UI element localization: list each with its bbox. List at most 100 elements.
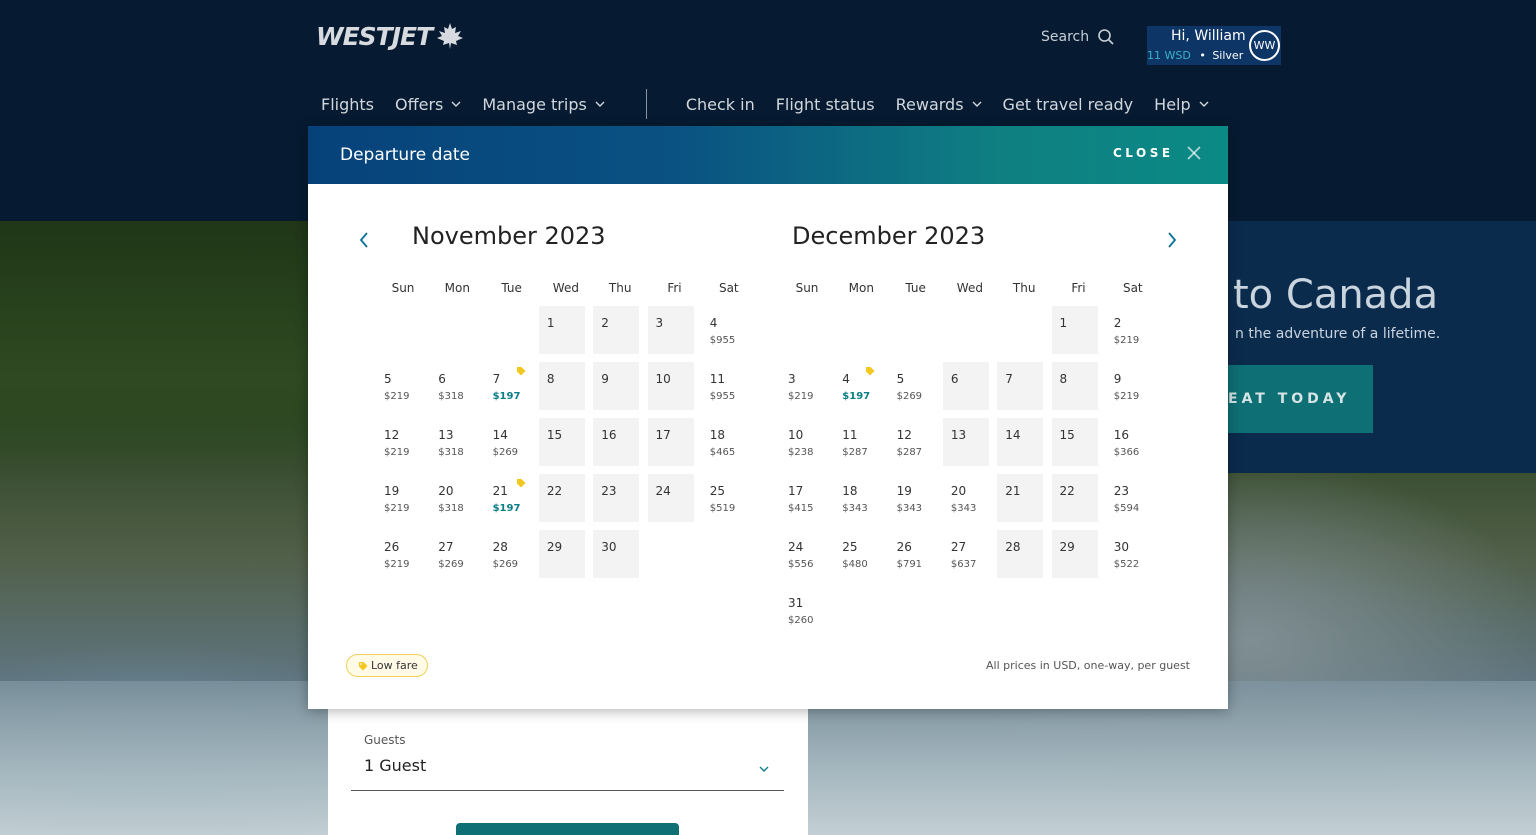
calendar-day[interactable]: 3 $219: [780, 362, 826, 410]
calendar-day[interactable]: 6: [942, 362, 989, 410]
calendar-day[interactable]: 9 $219: [1106, 362, 1152, 410]
calendar-day[interactable]: 19 $219: [376, 474, 422, 522]
calendar-day[interactable]: 3: [647, 306, 694, 354]
calendar-day[interactable]: 19 $343: [889, 474, 935, 522]
calendar-day[interactable]: 10: [647, 362, 694, 410]
nav-item-rewards[interactable]: Rewards: [896, 95, 982, 114]
day-price: $287: [842, 447, 868, 458]
calendar-day[interactable]: 17: [647, 418, 694, 466]
calendar-day[interactable]: 28: [997, 530, 1044, 578]
calendar-day[interactable]: 20 $343: [943, 474, 989, 522]
nav-item-help[interactable]: Help: [1154, 95, 1209, 114]
calendar-day[interactable]: 14: [997, 418, 1044, 466]
calendar-day[interactable]: 16 $366: [1106, 418, 1152, 466]
day-price: $556: [788, 559, 814, 570]
calendar-day[interactable]: 18 $343: [834, 474, 880, 522]
calendar-day[interactable]: 4 $197: [834, 362, 880, 410]
calendar-day[interactable]: 1: [538, 306, 585, 354]
calendar-day[interactable]: 11 $287: [834, 418, 880, 466]
weekday-label: Fri: [1071, 281, 1086, 295]
day-number: 15: [1059, 428, 1075, 442]
calendar-day[interactable]: 21 $197: [485, 474, 531, 522]
chevron-right-icon[interactable]: [1164, 230, 1180, 250]
calendar-day[interactable]: 27 $637: [943, 530, 989, 578]
calendar-day[interactable]: 2 $219: [1106, 306, 1152, 354]
day-price: $269: [492, 559, 519, 570]
promo-subtitle: n the adventure of a lifetime.: [1235, 326, 1441, 342]
calendar-day[interactable]: 10 $238: [780, 418, 826, 466]
calendar-day[interactable]: 22: [538, 474, 585, 522]
search-flights-button[interactable]: [456, 823, 679, 835]
price-footnote: All prices in USD, one-way, per guest: [986, 659, 1190, 672]
calendar-day[interactable]: 8: [1051, 362, 1098, 410]
avatar[interactable]: WW: [1249, 30, 1280, 61]
calendar-day[interactable]: 11 $955: [702, 362, 748, 410]
day-price: $219: [1113, 391, 1140, 402]
account-menu[interactable]: Hi, William 11 WSD • Silver WW: [1147, 26, 1281, 65]
calendar-day[interactable]: 17 $415: [780, 474, 826, 522]
calendar-day[interactable]: 7: [997, 362, 1044, 410]
weekday-label: Sun: [795, 281, 819, 295]
promo-cta-button[interactable]: EAT TODAY: [1228, 365, 1373, 433]
calendar-day[interactable]: 13 $318: [430, 418, 476, 466]
calendar-day[interactable]: 23: [593, 474, 640, 522]
chevron-left-icon[interactable]: [356, 230, 372, 250]
day-number: 22: [1059, 484, 1075, 498]
day-number: 13: [438, 428, 454, 442]
calendar-day[interactable]: 24 $556: [780, 530, 826, 578]
calendar-day[interactable]: 22: [1051, 474, 1098, 522]
calendar-day[interactable]: 2: [593, 306, 640, 354]
calendar-day[interactable]: 5 $269: [889, 362, 935, 410]
calendar-day[interactable]: 15: [538, 418, 585, 466]
calendar-day[interactable]: 30: [593, 530, 640, 578]
calendar-day[interactable]: 30 $522: [1106, 530, 1152, 578]
month-title: December 2023: [792, 222, 986, 250]
day-price: $219: [1113, 335, 1140, 346]
guests-select[interactable]: 1 Guest: [364, 756, 426, 775]
calendar-day[interactable]: 6 $318: [430, 362, 476, 410]
calendar-day[interactable]: 26 $219: [376, 530, 422, 578]
header-search[interactable]: Search: [1041, 28, 1115, 46]
calendar-day[interactable]: 20 $318: [430, 474, 476, 522]
calendar-day[interactable]: 16: [593, 418, 640, 466]
calendar-day[interactable]: 8: [538, 362, 585, 410]
nav-item-flights[interactable]: Flights: [321, 95, 374, 114]
calendar-day[interactable]: 25 $480: [834, 530, 880, 578]
calendar-day[interactable]: 24: [647, 474, 694, 522]
calendar-day[interactable]: 9: [593, 362, 640, 410]
calendar-day[interactable]: 1: [1051, 306, 1098, 354]
calendar-day[interactable]: 21: [997, 474, 1044, 522]
chevron-down-icon[interactable]: [758, 763, 770, 775]
day-number: 2: [601, 316, 609, 330]
calendar-day[interactable]: 14 $269: [485, 418, 531, 466]
calendar-day[interactable]: 29: [1051, 530, 1098, 578]
nav-item-get-travel-ready[interactable]: Get travel ready: [1003, 95, 1134, 114]
calendar-day[interactable]: 23 $594: [1106, 474, 1152, 522]
nav-item-check-in[interactable]: Check in: [686, 95, 755, 114]
calendar-day[interactable]: 26 $791: [889, 530, 935, 578]
calendar-day[interactable]: 25 $519: [702, 474, 748, 522]
calendar-day[interactable]: 4 $955: [702, 306, 748, 354]
day-price: $343: [842, 503, 868, 514]
calendar-day[interactable]: 28 $269: [485, 530, 531, 578]
calendar-day[interactable]: 29: [538, 530, 585, 578]
westjet-logo[interactable]: WESTJET: [316, 20, 466, 52]
nav-item-offers[interactable]: Offers: [395, 95, 461, 114]
close-button[interactable]: CLOSE: [1113, 145, 1202, 161]
nav-item-manage-trips[interactable]: Manage trips: [482, 95, 605, 114]
calendar-day[interactable]: 13: [942, 418, 989, 466]
day-number: 27: [950, 540, 967, 554]
calendar-day[interactable]: 7 $197: [485, 362, 531, 410]
day-number: 18: [842, 484, 858, 498]
calendar-day[interactable]: 15: [1051, 418, 1098, 466]
calendar-day[interactable]: 12 $287: [889, 418, 935, 466]
calendar-day[interactable]: 31 $260: [780, 586, 826, 634]
nav-item-flight-status[interactable]: Flight status: [776, 95, 875, 114]
calendar-day[interactable]: 18 $465: [702, 418, 748, 466]
calendar-day[interactable]: 12 $219: [376, 418, 422, 466]
weekday-label: Sat: [718, 281, 739, 295]
nav-label: Flight status: [775, 94, 875, 114]
calendar-day[interactable]: 27 $269: [430, 530, 476, 578]
wsd-balance: 11 WSD: [1147, 49, 1191, 62]
calendar-day[interactable]: 5 $219: [376, 362, 422, 410]
